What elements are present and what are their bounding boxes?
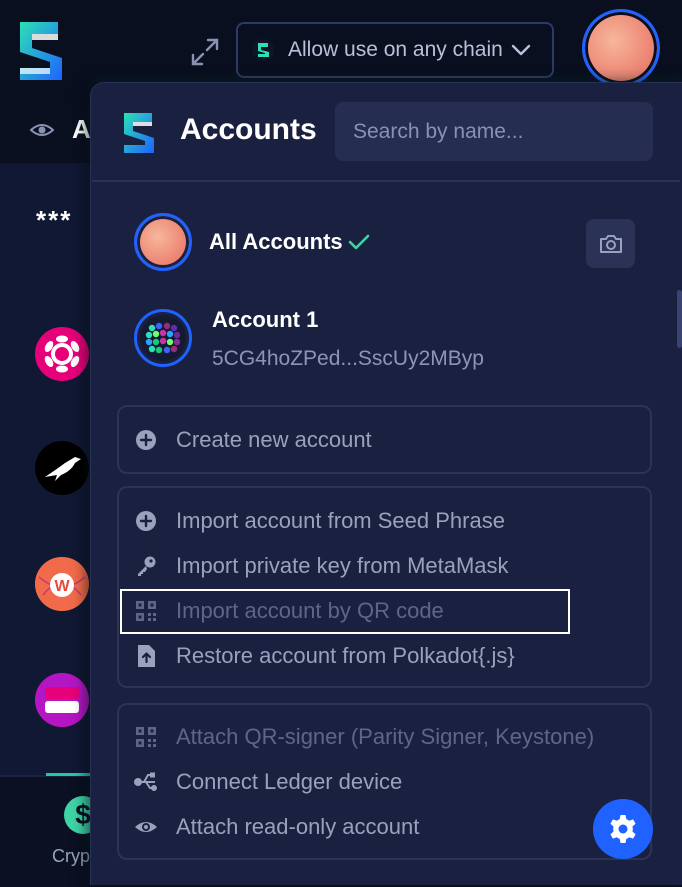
selection-highlight [120,589,570,634]
action-label: Restore account from Polkadot{.js} [176,643,515,668]
all-accounts-label[interactable]: All Accounts [209,229,343,255]
scrollbar[interactable] [677,290,682,348]
eye-icon [134,815,158,839]
action-label: Attach QR-signer (Parity Signer, Keyston… [176,724,595,749]
import-seed-phrase-button[interactable]: Import account from Seed Phrase [134,506,505,536]
action-label: Connect Ledger device [176,769,403,794]
create-new-account-button[interactable]: Create new account [134,425,372,455]
camera-button[interactable] [586,219,635,268]
rococo-token-icon[interactable] [35,673,89,727]
chain-logo-icon [252,39,274,61]
plus-circle-icon [134,509,158,533]
divider [92,180,680,182]
attach-qr-signer-button[interactable]: Attach QR-signer (Parity Signer, Keyston… [134,722,594,752]
import-metamask-key-button[interactable]: Import private key from MetaMask [134,551,509,581]
file-upload-icon [134,644,158,668]
eye-icon[interactable] [30,120,54,140]
app-logo-icon[interactable] [18,18,64,84]
all-accounts-avatar[interactable] [134,213,192,271]
settings-button[interactable] [593,799,653,859]
app-logo-icon [124,113,154,153]
account-name[interactable]: Account 1 [212,307,318,333]
check-icon [348,234,370,250]
plus-circle-icon [134,428,158,452]
action-label: Import account from Seed Phrase [176,508,505,533]
connect-ledger-button[interactable]: Connect Ledger device [134,767,402,797]
account-address: 5CG4hoZPed...SscUy2MByp [212,347,484,370]
attach-read-only-button[interactable]: Attach read-only account [134,812,419,842]
camera-icon [599,234,622,253]
account-1-avatar[interactable] [134,309,192,367]
action-label: Attach read-only account [176,814,420,839]
key-icon [134,554,158,578]
panel-title: Accounts [180,113,317,146]
svg-text:W: W [54,578,70,595]
usb-icon [134,770,158,794]
balance-masked: *** [36,205,73,235]
heading-partial: A [72,114,91,144]
action-label: Import private key from MetaMask [176,553,509,578]
qr-code-icon [134,725,158,749]
westend-token-icon[interactable]: W [35,557,89,611]
avatar[interactable] [582,9,660,87]
kusama-token-icon[interactable] [35,441,89,495]
expand-icon[interactable] [190,37,220,67]
chevron-down-icon [511,44,531,56]
search-input[interactable] [335,102,653,161]
bottom-nav-label[interactable]: Cryp [52,846,90,867]
bottom-nav-active-indicator [46,773,96,776]
restore-polkadot-js-button[interactable]: Restore account from Polkadot{.js} [134,641,515,671]
gear-icon [610,815,636,843]
polkadot-token-icon[interactable] [35,327,89,381]
action-label: Create new account [176,427,372,452]
chain-selector-label: Allow use on any chain [288,38,503,61]
chain-selector[interactable]: Allow use on any chain [236,22,554,78]
